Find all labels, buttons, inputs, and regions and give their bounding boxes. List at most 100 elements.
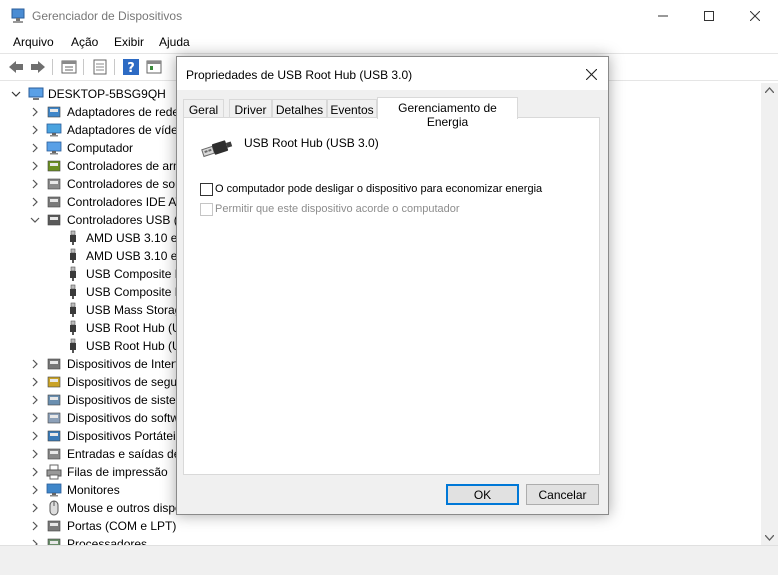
chevron-right-icon[interactable] [30,502,40,514]
status-bar [0,545,778,575]
tab-geral[interactable]: Geral [183,99,224,118]
tree-category-item[interactable]: Portas (COM e LPT) [0,517,400,535]
tree-item-label: Processadores [67,537,148,545]
tree-item-label: Monitores [67,483,120,497]
tree-item-label: Adaptadores de rede [67,105,180,119]
device-name: USB Root Hub (USB 3.0) [244,136,379,150]
close-icon [750,10,760,21]
display-adapter-icon [46,123,62,137]
usb-plug-icon [70,266,76,281]
title-bar[interactable]: Gerenciador de Dispositivos [0,0,778,31]
chevron-right-icon[interactable] [30,106,40,118]
usb-plug-icon [70,230,76,245]
properties-icon[interactable] [60,58,78,76]
chevron-right-icon[interactable] [30,124,40,136]
chevron-right-icon[interactable] [30,520,40,532]
allow-power-off-checkbox[interactable] [200,183,213,196]
chevron-right-icon[interactable] [30,376,40,388]
chevron-right-icon[interactable] [30,430,40,442]
tree-item-label: Adaptadores de vídeo [67,123,185,137]
back-arrow-icon[interactable] [7,58,25,76]
allow-wake-label: Permitir que este dispositivo acorde o c… [215,203,460,215]
menu-bar: Arquivo Ação Exibir Ajuda [0,31,778,53]
allow-wake-checkbox [200,203,213,216]
tree-item-label: Computador [67,141,134,155]
chevron-right-icon[interactable] [30,196,40,208]
power-management-panel: USB Root Hub (USB 3.0) O computador pode… [183,117,600,475]
ide-icon [47,196,61,208]
sound-icon [47,178,61,190]
cpu-icon [47,538,61,545]
device-manager-icon [11,8,25,23]
svg-text:?: ? [127,61,135,76]
menu-acao[interactable]: Ação [71,35,98,49]
usb-plug-icon [70,320,76,335]
help-icon[interactable]: ? [122,58,140,76]
chevron-right-icon[interactable] [30,448,40,460]
maximize-icon [704,10,714,21]
menu-ajuda[interactable]: Ajuda [159,35,190,49]
vertical-scrollbar[interactable] [761,83,778,545]
close-window-button[interactable] [732,0,778,31]
chevron-right-icon[interactable] [30,142,40,154]
dialog-title-bar[interactable]: Propriedades de USB Root Hub (USB 3.0) [177,57,608,90]
chevron-right-icon[interactable] [30,412,40,424]
close-icon [585,68,597,80]
minimize-icon [658,15,668,16]
tree-category-item[interactable]: Processadores [0,535,400,545]
allow-power-off-label[interactable]: O computador pode desligar o dispositivo… [215,183,542,195]
tab-eventos[interactable]: Eventos [327,99,377,118]
network-icon [47,106,61,118]
forward-arrow-icon[interactable] [29,58,47,76]
tree-item-label: Filas de impressão [67,465,168,479]
security-key-icon [47,376,61,388]
tree-root-label: DESKTOP-5BSG9QH [48,87,166,101]
ok-button[interactable]: OK [446,484,519,505]
menu-arquivo[interactable]: Arquivo [13,35,54,49]
dialog-close-button[interactable] [578,61,604,87]
chevron-down-icon[interactable] [11,88,21,100]
tab-driver[interactable]: Driver [229,99,272,118]
chevron-down-icon[interactable] [30,214,40,226]
audio-io-icon [47,448,61,460]
tab-detalhes[interactable]: Detalhes [272,99,327,118]
hid-icon [47,358,61,370]
scroll-down-icon[interactable] [765,535,774,541]
usb-plug-icon [70,284,76,299]
toolbar-separator [52,59,53,75]
tree-item-label: Dispositivos Portáteis [67,429,182,443]
toolbar-separator [83,59,84,75]
chevron-right-icon[interactable] [30,484,40,496]
cancel-button[interactable]: Cancelar [526,484,599,505]
usb-plug-icon [201,140,233,158]
menu-exibir[interactable]: Exibir [114,35,144,49]
update-driver-icon[interactable] [91,58,109,76]
chevron-right-icon[interactable] [30,160,40,172]
system-icon [47,394,61,406]
window-title: Gerenciador de Dispositivos [32,9,183,23]
chevron-right-icon[interactable] [30,178,40,190]
storage-controller-icon [47,160,61,172]
usb-plug-icon [70,302,76,317]
dialog-title: Propriedades de USB Root Hub (USB 3.0) [186,68,413,82]
minimize-button[interactable] [640,0,686,31]
monitor-icon [46,483,62,497]
computer-icon [28,87,44,100]
tab-strip: Geral Driver Detalhes Eventos Gerenciame… [183,97,603,129]
show-hidden-icon[interactable] [145,58,163,76]
toolbar-separator [114,59,115,75]
properties-dialog: Propriedades de USB Root Hub (USB 3.0) G… [176,56,609,515]
chevron-right-icon[interactable] [30,538,40,545]
tab-gerenciamento-de-energia[interactable]: Gerenciamento de Energia [377,97,518,129]
port-icon [47,520,61,532]
tree-item-label: Portas (COM e LPT) [67,519,177,533]
computer-icon [46,141,62,155]
maximize-button[interactable] [686,0,732,31]
chevron-right-icon[interactable] [30,394,40,406]
chevron-right-icon[interactable] [30,466,40,478]
scroll-up-icon[interactable] [765,87,774,93]
portable-device-icon [47,430,61,442]
usb-plug-icon [70,338,76,353]
chevron-right-icon[interactable] [30,358,40,370]
mouse-icon [49,500,59,516]
